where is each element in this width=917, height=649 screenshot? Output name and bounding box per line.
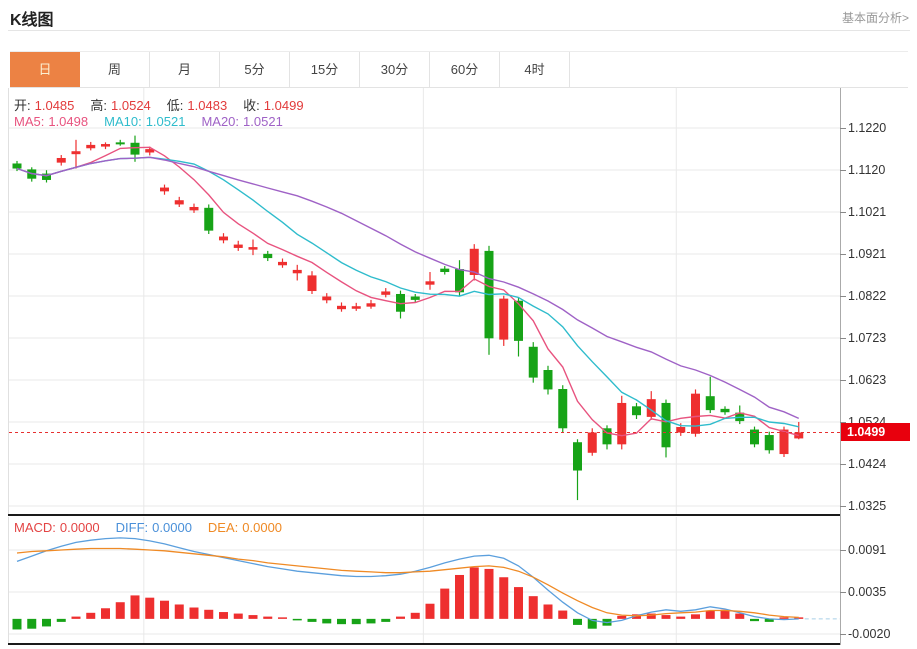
price-axis-border — [840, 88, 841, 645]
tab-4时[interactable]: 4时 — [500, 52, 570, 87]
fundamental-analysis-link[interactable]: 基本面分析> — [842, 9, 909, 26]
legend-label: MA5: — [14, 114, 44, 129]
axis-label: 1.0822 — [848, 288, 912, 304]
legend-label: 低: — [167, 98, 184, 113]
axis-tick — [840, 338, 846, 339]
legend-label: MA10: — [104, 114, 142, 129]
legend-label: MACD: — [14, 520, 56, 535]
axis-tick — [840, 296, 846, 297]
axis-tick — [840, 128, 846, 129]
legend-value: 1.0499 — [264, 98, 304, 113]
legend-value: 1.0521 — [146, 114, 186, 129]
legend-value: 1.0483 — [187, 98, 227, 113]
axis-label: 1.0921 — [848, 246, 912, 262]
kline-plot — [9, 88, 841, 515]
legend-value: 0.0000 — [242, 520, 282, 535]
axis-tick — [840, 170, 846, 171]
axis-tick — [840, 506, 846, 507]
legend-value: 1.0498 — [48, 114, 88, 129]
period-tabbar: 日周月5分15分30分60分4时 — [10, 51, 908, 88]
tab-60分[interactable]: 60分 — [430, 52, 500, 87]
axis-label: 1.0623 — [848, 372, 912, 388]
axis-label: 0.0091 — [848, 542, 912, 558]
legend-label: DIFF: — [116, 520, 149, 535]
tab-月[interactable]: 月 — [150, 52, 220, 87]
kline-page: K线图 基本面分析> 日周月5分15分30分60分4时 开:1.0485高:1.… — [0, 0, 917, 649]
axis-label: 1.1021 — [848, 204, 912, 220]
axis-tick — [840, 380, 846, 381]
legend-label: 高: — [90, 98, 107, 113]
tab-5分[interactable]: 5分 — [220, 52, 290, 87]
legend-value: 1.0485 — [35, 98, 75, 113]
kline-chart-area — [8, 88, 841, 515]
tab-日[interactable]: 日 — [10, 52, 80, 87]
axis-tick — [840, 634, 846, 635]
title-divider — [8, 30, 910, 31]
ohlc-legend-row: 开: 1.0485 高: 1.0524 低:1.0483 收: 1.0499 — [14, 95, 320, 114]
legend-value: 1.0524 — [111, 98, 151, 113]
page-title: K线图 — [10, 6, 54, 30]
axis-label: 1.1220 — [848, 120, 912, 136]
axis-label: 1.0325 — [848, 498, 912, 514]
macd-legend-row: MACD:0.0000DIFF:0.0000DEA:0.0000 — [14, 520, 298, 535]
tab-周[interactable]: 周 — [80, 52, 150, 87]
legend-label: DEA: — [208, 520, 238, 535]
current-price-badge: 1.0499 — [841, 423, 910, 441]
axis-label: 1.0723 — [848, 330, 912, 346]
axis-tick — [840, 550, 846, 551]
axis-tick — [840, 592, 846, 593]
ma-legend-row: MA5: 1.0498 MA10: 1.0521 MA20: 1.0521 — [14, 114, 299, 129]
legend-label: MA20: — [201, 114, 239, 129]
macd-panel-bottom-border — [8, 643, 841, 645]
axis-tick — [840, 212, 846, 213]
tab-30分[interactable]: 30分 — [360, 52, 430, 87]
legend-label: 收: — [243, 98, 260, 113]
axis-label: 1.1120 — [848, 162, 912, 178]
axis-label: 0.0035 — [848, 584, 912, 600]
kline-panel-bottom-border — [8, 514, 841, 516]
legend-label: 开: — [14, 98, 31, 113]
macd-chart-area — [8, 517, 841, 644]
tab-15分[interactable]: 15分 — [290, 52, 360, 87]
axis-tick — [840, 464, 846, 465]
legend-value: 0.0000 — [152, 520, 192, 535]
macd-plot — [9, 517, 841, 644]
legend-value: 0.0000 — [60, 520, 100, 535]
legend-value: 1.0521 — [243, 114, 283, 129]
axis-tick — [840, 254, 846, 255]
axis-label: 1.0424 — [848, 456, 912, 472]
axis-label: -0.0020 — [848, 626, 912, 642]
